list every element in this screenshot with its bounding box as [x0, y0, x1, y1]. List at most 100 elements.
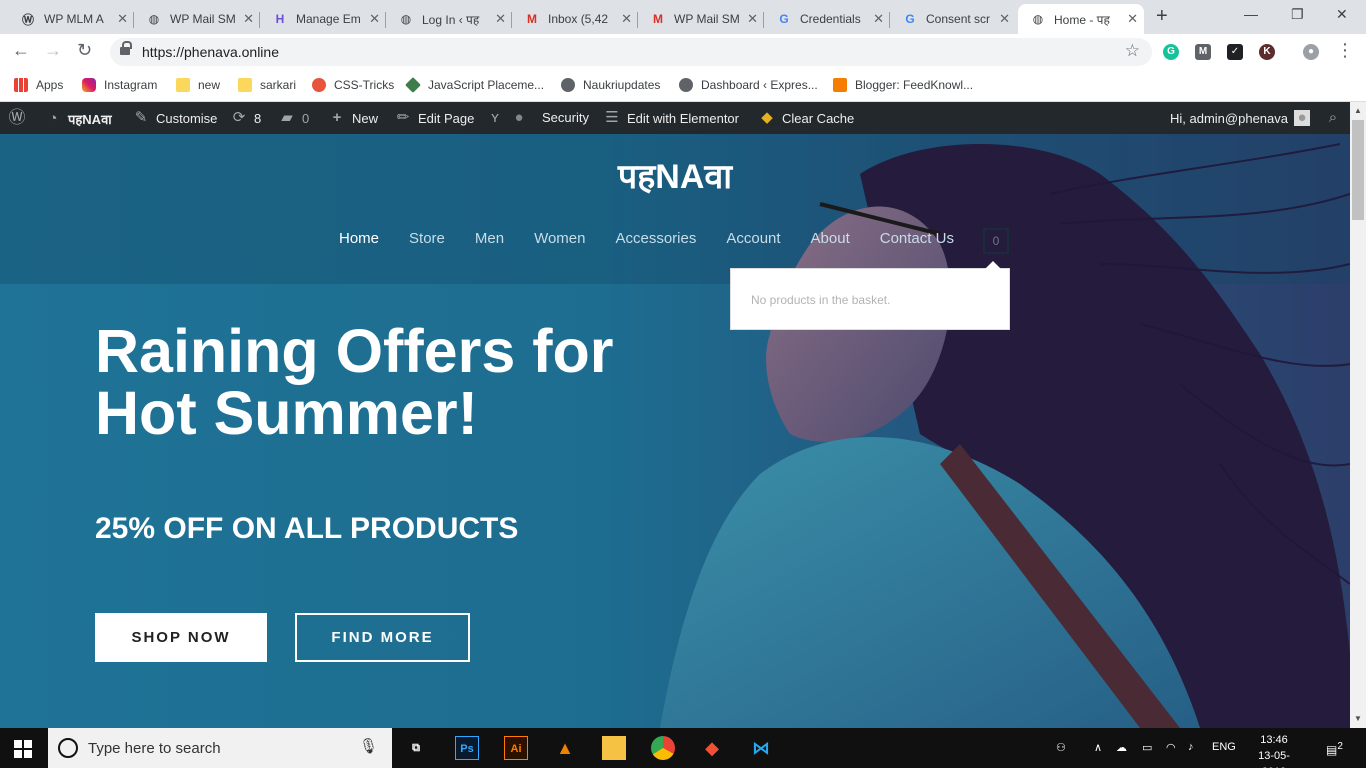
- microphone-icon[interactable]: 🎙: [359, 737, 378, 755]
- menu-accessories[interactable]: Accessories: [615, 230, 696, 247]
- gmail-m-icon[interactable]: M: [1195, 44, 1211, 60]
- bookmark-blogger[interactable]: Blogger: FeedKnowl...: [833, 78, 973, 92]
- close-icon[interactable]: ✕: [873, 11, 884, 27]
- k-icon[interactable]: K: [1259, 44, 1275, 60]
- menu-dots-icon[interactable]: ⋮: [1336, 40, 1354, 61]
- volume-icon[interactable]: ♪: [1188, 741, 1194, 753]
- adminbar-updates[interactable]: ⟳ 8: [230, 110, 262, 126]
- scroll-thumb[interactable]: [1352, 120, 1364, 220]
- bookmark-label: Apps: [36, 78, 64, 92]
- bookmark-apps[interactable]: Apps: [14, 78, 63, 92]
- vscode-icon[interactable]: ⋈: [749, 736, 773, 760]
- find-more-button[interactable]: FIND MORE: [295, 613, 470, 662]
- adminbar-elementor[interactable]: ☰ Edit with Elementor: [603, 110, 739, 126]
- close-icon[interactable]: ✕: [117, 11, 128, 27]
- menu-about[interactable]: About: [811, 230, 850, 247]
- close-icon[interactable]: ✕: [369, 11, 380, 27]
- bookmark-label: Blogger: FeedKnowl...: [855, 78, 974, 92]
- close-icon[interactable]: ✕: [999, 11, 1010, 27]
- bookmark-sarkari[interactable]: sarkari: [238, 78, 296, 92]
- menu-men[interactable]: Men: [475, 230, 504, 247]
- cart-button[interactable]: 0: [983, 228, 1009, 254]
- reload-icon[interactable]: ↻: [77, 40, 92, 61]
- adminbar-new[interactable]: + New: [328, 110, 378, 126]
- bookmark-naukriupdates[interactable]: Naukriupdates: [561, 78, 660, 92]
- tab-wp-mail-gmail[interactable]: M WP Mail SM ✕: [638, 4, 764, 34]
- adminbar-edit-page[interactable]: ✏ Edit Page: [394, 110, 475, 126]
- bookmark-instagram[interactable]: Instagram: [82, 78, 157, 92]
- adminbar-site[interactable]: ◔ पहNAवा: [44, 110, 111, 128]
- illustrator-icon[interactable]: Ai: [504, 736, 528, 760]
- close-icon[interactable]: ✕: [495, 11, 506, 27]
- globe-icon: [561, 78, 575, 92]
- address-bar[interactable]: https://phenava.online ☆: [110, 38, 1152, 66]
- clock[interactable]: 13:46 13-05-2019: [1250, 732, 1298, 768]
- adminbar-customise[interactable]: ✎ Customise: [132, 110, 218, 126]
- menu-contact[interactable]: Contact Us: [880, 230, 954, 247]
- tab-wp-mail-smtp[interactable]: ◍ WP Mail SM ✕: [134, 4, 260, 34]
- people-icon[interactable]: ⚇: [1056, 741, 1066, 754]
- tab-manage-email[interactable]: H Manage Em ✕: [260, 4, 386, 34]
- adminbar-comments[interactable]: ▰ 0: [278, 110, 309, 126]
- globe-icon: ◍: [148, 12, 160, 26]
- shop-now-button[interactable]: SHOP NOW: [95, 613, 267, 662]
- chevron-up-icon[interactable]: ∧: [1094, 741, 1102, 754]
- chrome-icon[interactable]: [651, 736, 675, 760]
- minimize-icon[interactable]: —: [1244, 6, 1258, 22]
- vlc-icon[interactable]: ▲: [553, 736, 577, 760]
- bookmark-css-tricks[interactable]: CSS-Tricks: [312, 78, 394, 92]
- tab-home-active[interactable]: ◍ Home - पह ✕: [1018, 4, 1144, 34]
- close-window-icon[interactable]: ✕: [1336, 6, 1348, 23]
- menu-store[interactable]: Store: [409, 230, 445, 247]
- scroll-down-icon[interactable]: ▼: [1350, 712, 1366, 726]
- git-icon[interactable]: ◆: [700, 736, 724, 760]
- close-icon[interactable]: ✕: [243, 11, 254, 27]
- tab-inbox[interactable]: M Inbox (5,42 ✕: [512, 4, 638, 34]
- mini-cart-dropdown: No products in the basket.: [730, 261, 1010, 330]
- bookmark-star-icon[interactable]: ☆: [1125, 41, 1140, 61]
- back-icon[interactable]: ←: [12, 40, 30, 61]
- tab-wp-mlm[interactable]: Ⓦ WP MLM A ✕: [8, 4, 134, 34]
- url-text[interactable]: https://phenava.online: [142, 44, 279, 60]
- adminbar-security[interactable]: Security: [542, 110, 589, 125]
- wifi-icon[interactable]: ◠: [1166, 741, 1176, 754]
- bookmark-javascript[interactable]: JavaScript Placeme...: [405, 77, 544, 93]
- page-scrollbar[interactable]: ▲ ▼: [1350, 102, 1366, 728]
- file-explorer-icon[interactable]: [602, 736, 626, 760]
- menu-account[interactable]: Account: [726, 230, 780, 247]
- photoshop-icon[interactable]: Ps: [455, 736, 479, 760]
- close-icon[interactable]: ✕: [1127, 11, 1138, 27]
- new-tab-button[interactable]: +: [1156, 5, 1168, 28]
- notification-center-icon[interactable]: ▤2: [1326, 741, 1343, 757]
- customise-label: Customise: [156, 110, 218, 126]
- site-logo[interactable]: पहNAवा: [0, 152, 1350, 198]
- adminbar-yoast[interactable]: ʏ ●: [486, 110, 534, 126]
- task-view-icon[interactable]: ⧉: [404, 736, 428, 760]
- css-tricks-icon: [312, 78, 326, 92]
- tab-login[interactable]: ◍ Log In ‹ पह ✕: [386, 4, 512, 34]
- menu-home[interactable]: Home: [339, 230, 379, 247]
- forward-icon[interactable]: →: [44, 40, 62, 61]
- language-indicator[interactable]: ENG: [1212, 741, 1236, 753]
- menu-women[interactable]: Women: [534, 230, 585, 247]
- tab-credentials[interactable]: G Credentials ✕: [764, 4, 890, 34]
- taskbar-search-box[interactable]: Type here to search 🎙: [48, 728, 392, 768]
- restore-icon[interactable]: ❐: [1291, 6, 1304, 23]
- close-icon[interactable]: ✕: [621, 11, 632, 27]
- bookmark-dashboard[interactable]: Dashboard ‹ Expres...: [679, 78, 818, 92]
- scroll-up-icon[interactable]: ▲: [1350, 104, 1366, 118]
- search-icon[interactable]: ⌕: [1324, 110, 1348, 126]
- wp-logo-icon[interactable]: Ⓦ: [8, 109, 32, 126]
- windows-start-icon[interactable]: [14, 740, 32, 758]
- onedrive-icon[interactable]: ☁: [1116, 741, 1127, 754]
- adminbar-clear-cache[interactable]: ◆ Clear Cache: [758, 110, 854, 126]
- bookmark-new[interactable]: new: [176, 78, 220, 92]
- battery-icon[interactable]: ▭: [1142, 741, 1152, 754]
- plus-icon: +: [332, 109, 342, 126]
- close-icon[interactable]: ✕: [747, 11, 758, 27]
- tab-consent[interactable]: G Consent scr ✕: [890, 4, 1016, 34]
- checklist-icon[interactable]: ✓: [1227, 44, 1243, 60]
- profile-icon[interactable]: ●: [1303, 44, 1319, 60]
- grammarly-icon[interactable]: G: [1163, 44, 1179, 60]
- adminbar-account[interactable]: Hi, admin@phenava ●: [1170, 110, 1316, 126]
